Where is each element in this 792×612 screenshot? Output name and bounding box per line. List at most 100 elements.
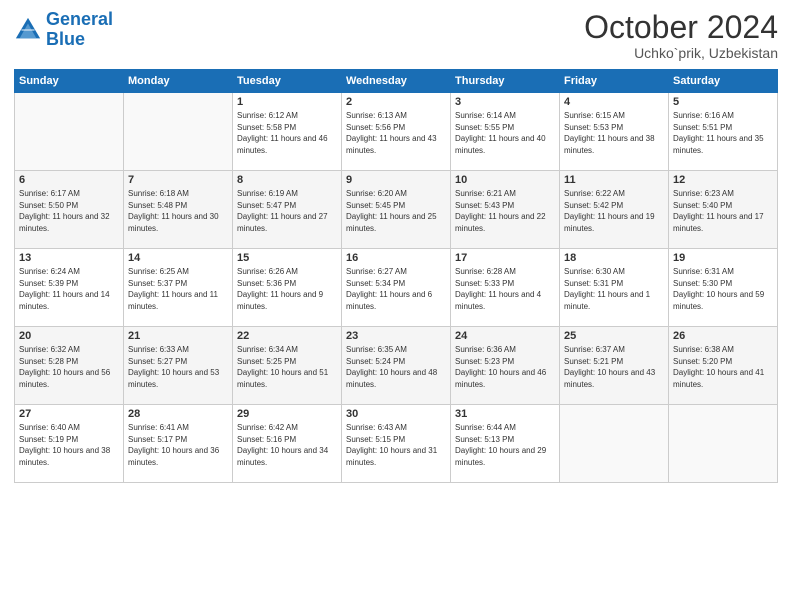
day-cell: 6 Sunrise: 6:17 AMSunset: 5:50 PMDaylight…: [15, 171, 124, 249]
day-cell: 10 Sunrise: 6:21 AMSunset: 5:43 PMDayligh…: [451, 171, 560, 249]
day-number: 1: [237, 96, 337, 108]
day-number: 11: [564, 174, 664, 186]
day-cell: 23Sunrise: 6:35 AMSunset: 5:24 PMDayligh…: [342, 327, 451, 405]
day-number: 27: [19, 408, 119, 420]
day-cell: 19 Sunrise: 6:31 AMSunset: 5:30 PMDayligh…: [669, 249, 778, 327]
day-cell: 31 Sunrise: 6:44 AMSunset: 5:13 PMDayligh…: [451, 405, 560, 483]
day-number: 12: [673, 174, 773, 186]
day-cell: 4Sunrise: 6:15 AMSunset: 5:53 PMDaylight…: [560, 93, 669, 171]
day-cell: [124, 93, 233, 171]
day-info: Sunrise: 6:38 AMSunset: 5:20 PMDaylight:…: [673, 344, 773, 390]
day-info: Sunrise: 6:36 AMSunset: 5:23 PMDaylight:…: [455, 344, 555, 390]
day-info: Sunrise: 6:41 AMSunset: 5:17 PMDaylight:…: [128, 422, 228, 468]
day-number: 3: [455, 96, 555, 108]
day-cell: 30Sunrise: 6:43 AMSunset: 5:15 PMDayligh…: [342, 405, 451, 483]
day-cell: 5 Sunrise: 6:16 AMSunset: 5:51 PMDaylight…: [669, 93, 778, 171]
day-cell: 3 Sunrise: 6:14 AMSunset: 5:55 PMDaylight…: [451, 93, 560, 171]
calendar-table: Sunday Monday Tuesday Wednesday Thursday…: [14, 69, 778, 483]
day-info: Sunrise: 6:31 AMSunset: 5:30 PMDaylight:…: [673, 266, 773, 312]
day-info: Sunrise: 6:34 AMSunset: 5:25 PMDaylight:…: [237, 344, 337, 390]
logo-general: General: [46, 9, 113, 29]
logo-blue: Blue: [46, 29, 85, 49]
day-cell: 25 Sunrise: 6:37 AMSunset: 5:21 PMDayligh…: [560, 327, 669, 405]
week-row-5: 27 Sunrise: 6:40 AMSunset: 5:19 PMDayligh…: [15, 405, 778, 483]
day-info: Sunrise: 6:43 AMSunset: 5:15 PMDaylight:…: [346, 422, 446, 468]
day-number: 19: [673, 252, 773, 264]
day-number: 9: [346, 174, 446, 186]
day-number: 4: [564, 96, 664, 108]
location: Uchko`prik, Uzbekistan: [584, 45, 778, 61]
day-number: 14: [128, 252, 228, 264]
day-info: Sunrise: 6:16 AMSunset: 5:51 PMDaylight:…: [673, 110, 773, 156]
col-tuesday: Tuesday: [233, 70, 342, 93]
day-cell: [669, 405, 778, 483]
day-info: Sunrise: 6:23 AMSunset: 5:40 PMDaylight:…: [673, 188, 773, 234]
day-number: 24: [455, 330, 555, 342]
day-info: Sunrise: 6:40 AMSunset: 5:19 PMDaylight:…: [19, 422, 119, 468]
day-number: 23: [346, 330, 446, 342]
day-info: Sunrise: 6:26 AMSunset: 5:36 PMDaylight:…: [237, 266, 337, 312]
day-info: Sunrise: 6:22 AMSunset: 5:42 PMDaylight:…: [564, 188, 664, 234]
header-row: Sunday Monday Tuesday Wednesday Thursday…: [15, 70, 778, 93]
day-info: Sunrise: 6:20 AMSunset: 5:45 PMDaylight:…: [346, 188, 446, 234]
day-number: 5: [673, 96, 773, 108]
title-block: October 2024 Uchko`prik, Uzbekistan: [584, 10, 778, 61]
col-wednesday: Wednesday: [342, 70, 451, 93]
day-cell: 2Sunrise: 6:13 AMSunset: 5:56 PMDaylight…: [342, 93, 451, 171]
day-cell: 13 Sunrise: 6:24 AMSunset: 5:39 PMDayligh…: [15, 249, 124, 327]
day-info: Sunrise: 6:21 AMSunset: 5:43 PMDaylight:…: [455, 188, 555, 234]
day-info: Sunrise: 6:12 AMSunset: 5:58 PMDaylight:…: [237, 110, 337, 156]
col-friday: Friday: [560, 70, 669, 93]
day-info: Sunrise: 6:25 AMSunset: 5:37 PMDaylight:…: [128, 266, 228, 312]
month-title: October 2024: [584, 10, 778, 45]
day-info: Sunrise: 6:28 AMSunset: 5:33 PMDaylight:…: [455, 266, 555, 312]
day-cell: 22 Sunrise: 6:34 AMSunset: 5:25 PMDayligh…: [233, 327, 342, 405]
day-cell: [15, 93, 124, 171]
week-row-2: 6 Sunrise: 6:17 AMSunset: 5:50 PMDaylight…: [15, 171, 778, 249]
day-number: 2: [346, 96, 446, 108]
day-cell: [560, 405, 669, 483]
day-number: 20: [19, 330, 119, 342]
day-cell: 28 Sunrise: 6:41 AMSunset: 5:17 PMDayligh…: [124, 405, 233, 483]
day-number: 17: [455, 252, 555, 264]
day-info: Sunrise: 6:24 AMSunset: 5:39 PMDaylight:…: [19, 266, 119, 312]
header: General Blue October 2024 Uchko`prik, Uz…: [14, 10, 778, 61]
col-saturday: Saturday: [669, 70, 778, 93]
day-cell: 21Sunrise: 6:33 AMSunset: 5:27 PMDayligh…: [124, 327, 233, 405]
day-number: 13: [19, 252, 119, 264]
day-cell: 20 Sunrise: 6:32 AMSunset: 5:28 PMDayligh…: [15, 327, 124, 405]
logo-text: General Blue: [46, 10, 113, 50]
day-number: 26: [673, 330, 773, 342]
day-info: Sunrise: 6:14 AMSunset: 5:55 PMDaylight:…: [455, 110, 555, 156]
logo: General Blue: [14, 10, 113, 50]
day-number: 10: [455, 174, 555, 186]
day-cell: 27 Sunrise: 6:40 AMSunset: 5:19 PMDayligh…: [15, 405, 124, 483]
week-row-4: 20 Sunrise: 6:32 AMSunset: 5:28 PMDayligh…: [15, 327, 778, 405]
day-number: 25: [564, 330, 664, 342]
day-number: 15: [237, 252, 337, 264]
day-number: 18: [564, 252, 664, 264]
week-row-3: 13 Sunrise: 6:24 AMSunset: 5:39 PMDayligh…: [15, 249, 778, 327]
day-info: Sunrise: 6:44 AMSunset: 5:13 PMDaylight:…: [455, 422, 555, 468]
day-info: Sunrise: 6:42 AMSunset: 5:16 PMDaylight:…: [237, 422, 337, 468]
day-cell: 29Sunrise: 6:42 AMSunset: 5:16 PMDayligh…: [233, 405, 342, 483]
week-row-1: 1 Sunrise: 6:12 AMSunset: 5:58 PMDaylight…: [15, 93, 778, 171]
day-number: 31: [455, 408, 555, 420]
day-cell: 7 Sunrise: 6:18 AMSunset: 5:48 PMDaylight…: [124, 171, 233, 249]
day-info: Sunrise: 6:32 AMSunset: 5:28 PMDaylight:…: [19, 344, 119, 390]
day-number: 28: [128, 408, 228, 420]
day-number: 7: [128, 174, 228, 186]
day-info: Sunrise: 6:18 AMSunset: 5:48 PMDaylight:…: [128, 188, 228, 234]
col-thursday: Thursday: [451, 70, 560, 93]
day-cell: 24 Sunrise: 6:36 AMSunset: 5:23 PMDayligh…: [451, 327, 560, 405]
day-info: Sunrise: 6:37 AMSunset: 5:21 PMDaylight:…: [564, 344, 664, 390]
day-info: Sunrise: 6:33 AMSunset: 5:27 PMDaylight:…: [128, 344, 228, 390]
day-info: Sunrise: 6:27 AMSunset: 5:34 PMDaylight:…: [346, 266, 446, 312]
day-cell: 15 Sunrise: 6:26 AMSunset: 5:36 PMDayligh…: [233, 249, 342, 327]
day-cell: 11 Sunrise: 6:22 AMSunset: 5:42 PMDayligh…: [560, 171, 669, 249]
day-number: 22: [237, 330, 337, 342]
day-cell: 26 Sunrise: 6:38 AMSunset: 5:20 PMDayligh…: [669, 327, 778, 405]
day-info: Sunrise: 6:17 AMSunset: 5:50 PMDaylight:…: [19, 188, 119, 234]
day-cell: 1 Sunrise: 6:12 AMSunset: 5:58 PMDaylight…: [233, 93, 342, 171]
day-number: 6: [19, 174, 119, 186]
